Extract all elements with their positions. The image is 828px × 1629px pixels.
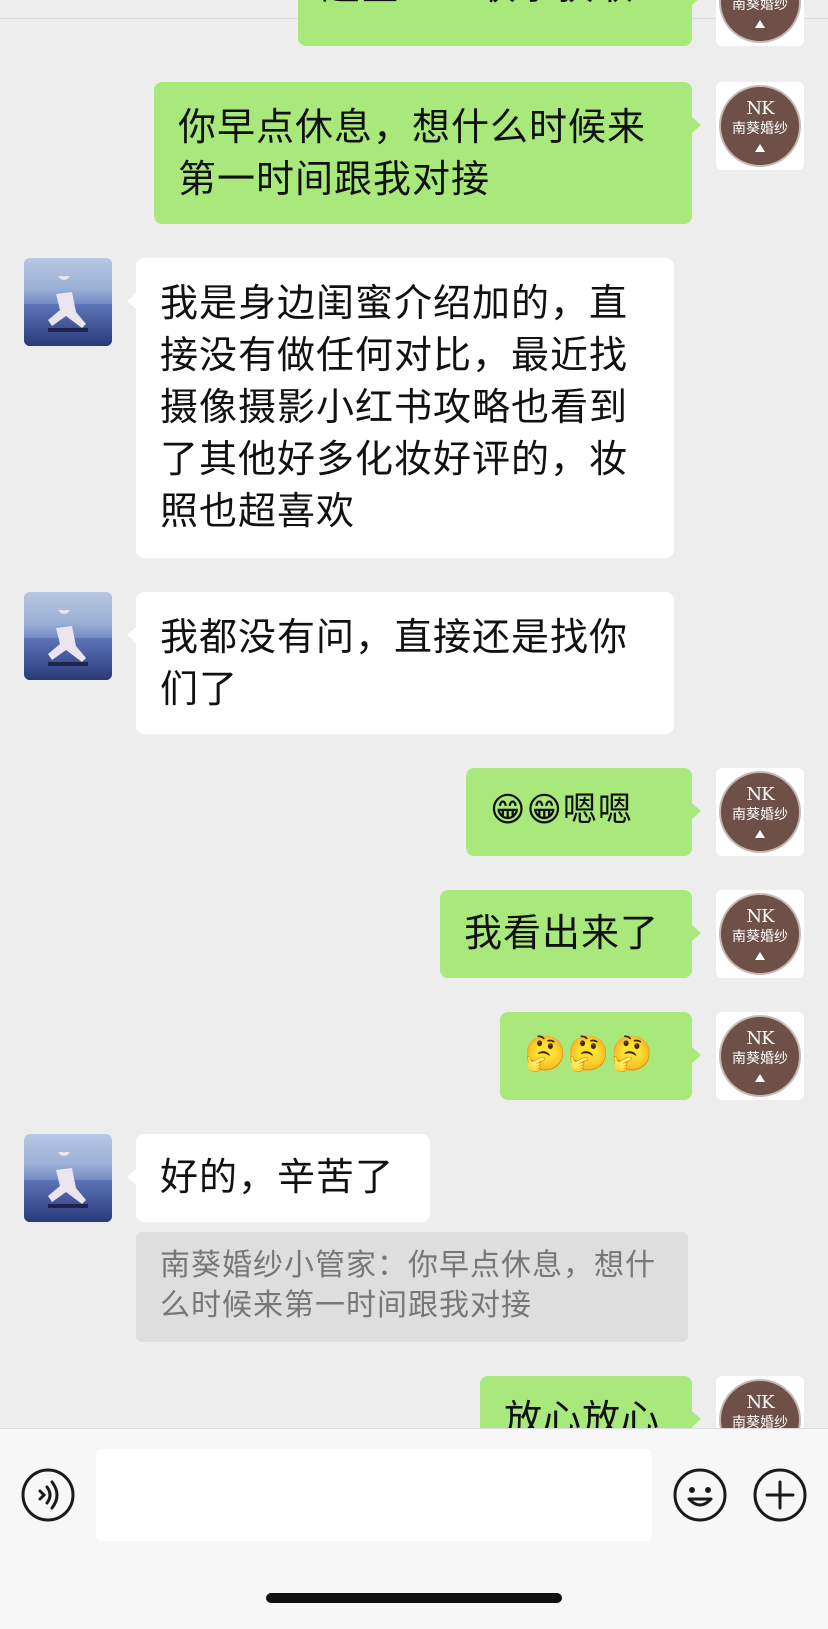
chat-area[interactable]: 超全……联系获取 NK南葵婚纱 你早点休息，想什么时候来第一时间跟我对接 NK南… (0, 0, 828, 1428)
home-indicator[interactable] (266, 1593, 562, 1603)
message-bubble-incoming[interactable]: 我都没有问，直接还是找你们了 (127, 592, 674, 734)
shop-avatar[interactable]: NK南葵婚纱 (716, 768, 804, 856)
message-bubble-outgoing[interactable]: 放心放心 (480, 1376, 701, 1428)
user-avatar[interactable] (24, 258, 112, 346)
quoted-message[interactable]: 南葵婚纱小管家：你早点休息，想什么时候来第一时间跟我对接 (136, 1232, 688, 1342)
shop-avatar[interactable]: NK南葵婚纱 (716, 82, 804, 170)
message-bubble-incoming[interactable]: 好的，辛苦了 (127, 1134, 430, 1222)
message-bubble-outgoing[interactable]: 😁😁嗯嗯 (466, 768, 701, 856)
message-bubble-incoming[interactable]: 我是身边闺蜜介绍加的，直接没有做任何对比，最近找摄像摄影小红书攻略也看到了其他好… (127, 258, 674, 558)
user-avatar[interactable] (24, 592, 112, 680)
message-bubble-outgoing[interactable]: 我看出来了 (440, 890, 701, 978)
voice-icon[interactable] (20, 1467, 76, 1523)
user-avatar[interactable] (24, 1134, 112, 1222)
message-input[interactable] (96, 1449, 652, 1541)
message-bubble-outgoing[interactable]: 🤔🤔🤔 (500, 1012, 701, 1100)
input-bar (0, 1428, 828, 1629)
message-bubble-outgoing[interactable]: 你早点休息，想什么时候来第一时间跟我对接 (154, 82, 701, 224)
message-bubble-outgoing[interactable]: 超全……联系获取 (298, 0, 701, 46)
shop-avatar[interactable]: NK南葵婚纱 (716, 1012, 804, 1100)
shop-avatar[interactable]: NK南葵婚纱 (716, 0, 804, 46)
shop-avatar[interactable]: NK南葵婚纱 (716, 890, 804, 978)
plus-icon[interactable] (752, 1467, 808, 1523)
shop-avatar[interactable]: NK南葵婚纱 (716, 1376, 804, 1428)
smiley-icon[interactable] (672, 1467, 728, 1523)
